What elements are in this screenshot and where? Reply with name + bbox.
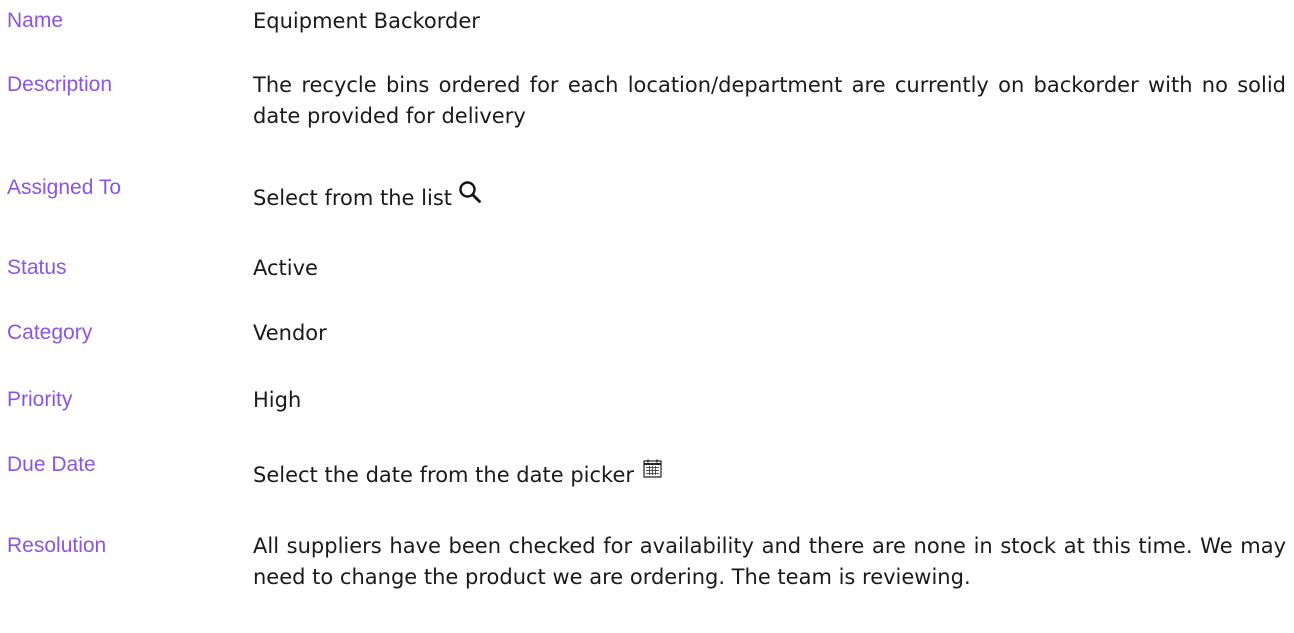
assigned-to-placeholder[interactable]: Select from the list — [253, 183, 452, 214]
field-priority-label: Priority — [7, 388, 73, 411]
calendar-icon[interactable] — [643, 459, 662, 478]
field-description-label: Description — [7, 73, 113, 96]
field-name-value: Equipment Backorder — [253, 9, 480, 33]
record-detail-form: Name Equipment Backorder Description The… — [0, 0, 1294, 633]
field-due-date-label: Due Date — [7, 453, 96, 476]
field-status-label: Status — [7, 256, 67, 279]
field-description-value: The recycle bins ordered for each locati… — [253, 73, 1286, 128]
field-assigned-to-label: Assigned To — [7, 176, 122, 199]
due-date-placeholder[interactable]: Select the date from the date picker — [253, 460, 634, 491]
field-category-value: Vendor — [253, 321, 327, 345]
field-priority-value: High — [253, 388, 302, 412]
field-status-value: Active — [253, 256, 318, 280]
field-name-label: Name — [7, 9, 64, 32]
field-resolution-label: Resolution — [7, 534, 107, 557]
search-icon[interactable] — [458, 180, 482, 204]
due-date-picker[interactable]: Select the date from the date picker — [253, 459, 1286, 491]
assigned-to-picker[interactable]: Select from the list — [253, 180, 1286, 214]
field-resolution-value: All suppliers have been checked for avai… — [253, 534, 1286, 589]
field-category-label: Category — [7, 321, 93, 344]
